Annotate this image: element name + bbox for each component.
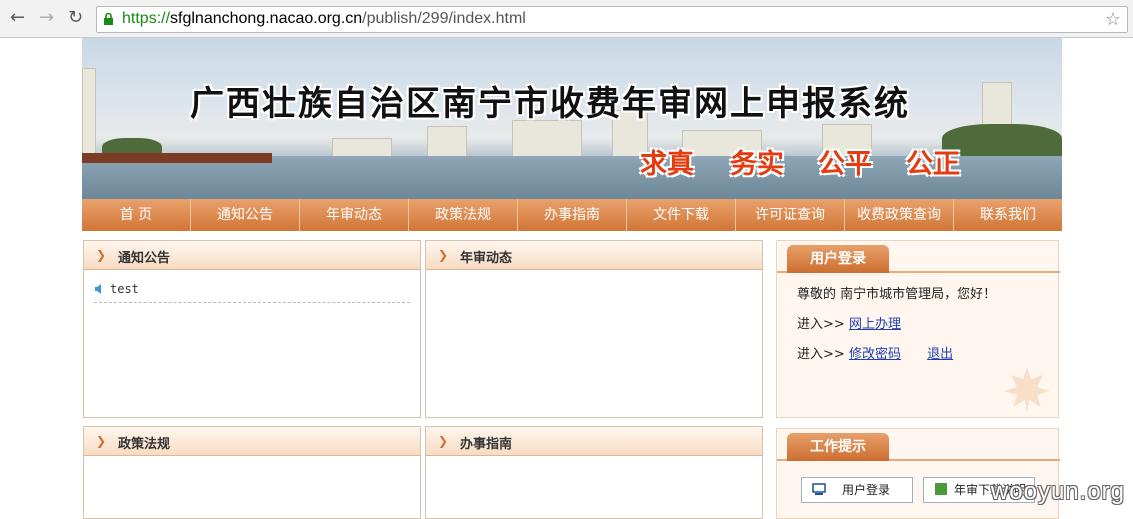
page: 广西壮族自治区南宁市收费年审网上申报系统 求真 务实 公平 公正 首 页 通知公…: [82, 38, 1062, 519]
tips-title: 工作提示: [787, 433, 889, 461]
speaker-icon: [95, 284, 101, 294]
tips-header: 工作提示: [777, 429, 1060, 461]
notice-item-text[interactable]: test: [110, 282, 139, 296]
online-processing-link[interactable]: 网上办理: [849, 317, 901, 332]
nav-contact[interactable]: 联系我们: [954, 199, 1062, 231]
greeting: 尊敬的 南宁市城市管理局，您好！: [797, 283, 996, 302]
building: [82, 68, 96, 158]
document-icon: [935, 483, 947, 495]
panel-header: ❯ 政策法规: [84, 427, 420, 456]
arrow-icon: ❯: [438, 434, 449, 448]
maple-leaf-decoration: [1004, 367, 1050, 412]
logout-link[interactable]: 退出: [927, 347, 953, 362]
account-row: 进入>> 修改密码 退出: [797, 343, 953, 362]
slogan-3: 公平: [818, 149, 872, 180]
guide-panel: ❯ 办事指南: [425, 426, 763, 519]
computer-icon: [812, 483, 826, 495]
lock-icon: [104, 13, 113, 25]
greeting-prefix: 尊敬的: [797, 287, 837, 302]
login-header: 用户登录: [777, 241, 1060, 273]
login-title: 用户登录: [787, 245, 889, 273]
watermark: wooyun.org: [990, 478, 1125, 505]
pavilion-roof: [82, 153, 272, 163]
panel-title[interactable]: 年审动态: [460, 247, 512, 266]
enter-label: 进入>>: [797, 347, 845, 362]
nav-guide[interactable]: 办事指南: [518, 199, 627, 231]
greeting-user: 南宁市城市管理局，您好！: [840, 287, 997, 302]
login-box: 用户登录 尊敬的 南宁市城市管理局，您好！ 进入>> 网上办理 进入>> 修改密…: [776, 240, 1060, 418]
notice-panel: ❯ 通知公告 test: [83, 240, 421, 418]
forward-icon[interactable]: →: [39, 9, 54, 27]
arrow-icon: ❯: [96, 248, 107, 262]
user-login-label: 用户登录: [842, 483, 891, 497]
url-text: https://sfglnanchong.nacao.org.cn/publis…: [122, 10, 526, 28]
arrow-icon: ❯: [438, 248, 449, 262]
site-title: 广西壮族自治区南宁市收费年审网上申报系统: [190, 84, 910, 124]
nav-license-query[interactable]: 许可证查询: [736, 199, 845, 231]
back-icon[interactable]: ←: [10, 9, 25, 27]
banner: 广西壮族自治区南宁市收费年审网上申报系统 求真 务实 公平 公正: [82, 38, 1062, 199]
nav-annual-news[interactable]: 年审动态: [300, 199, 409, 231]
building: [512, 120, 582, 160]
policy-panel: ❯ 政策法规: [83, 426, 421, 519]
list-item[interactable]: test: [94, 281, 410, 303]
nav-notices[interactable]: 通知公告: [191, 199, 300, 231]
slogan-1: 求真: [640, 149, 694, 180]
panel-title[interactable]: 通知公告: [118, 247, 170, 266]
panel-header: ❯ 通知公告: [84, 241, 420, 270]
panel-header: ❯ 年审动态: [426, 241, 762, 270]
browser-toolbar: ← → ↻ https://sfglnanchong.nacao.org.cn/…: [0, 0, 1133, 38]
url-host: sfglnanchong.nacao.org.cn: [170, 10, 363, 27]
panel-title[interactable]: 办事指南: [460, 433, 512, 452]
nav-downloads[interactable]: 文件下载: [627, 199, 736, 231]
address-bar[interactable]: https://sfglnanchong.nacao.org.cn/publis…: [96, 6, 1128, 33]
url-path: /publish/299/index.html: [362, 10, 526, 27]
reload-icon[interactable]: ↻: [68, 9, 83, 27]
nav-home[interactable]: 首 页: [82, 199, 191, 231]
slogan-2: 务实: [730, 149, 784, 180]
user-login-button[interactable]: 用户登录: [801, 477, 913, 503]
url-scheme: https://: [122, 10, 171, 27]
trees: [942, 124, 1062, 160]
bookmark-star-icon[interactable]: ☆: [1105, 9, 1121, 30]
nav-fee-policy-query[interactable]: 收费政策查询: [845, 199, 954, 231]
enter-label: 进入>>: [797, 317, 845, 332]
main-nav: 首 页 通知公告 年审动态 政策法规 办事指南 文件下载 许可证查询 收费政策查…: [82, 199, 1062, 231]
building: [427, 126, 467, 160]
slogan-4: 公正: [906, 149, 960, 180]
change-password-link[interactable]: 修改密码: [849, 347, 901, 362]
nav-policies[interactable]: 政策法规: [409, 199, 518, 231]
panel-header: ❯ 办事指南: [426, 427, 762, 456]
panel-title[interactable]: 政策法规: [118, 433, 170, 452]
online-row: 进入>> 网上办理: [797, 313, 901, 332]
annual-news-panel: ❯ 年审动态: [425, 240, 763, 418]
arrow-icon: ❯: [96, 434, 107, 448]
